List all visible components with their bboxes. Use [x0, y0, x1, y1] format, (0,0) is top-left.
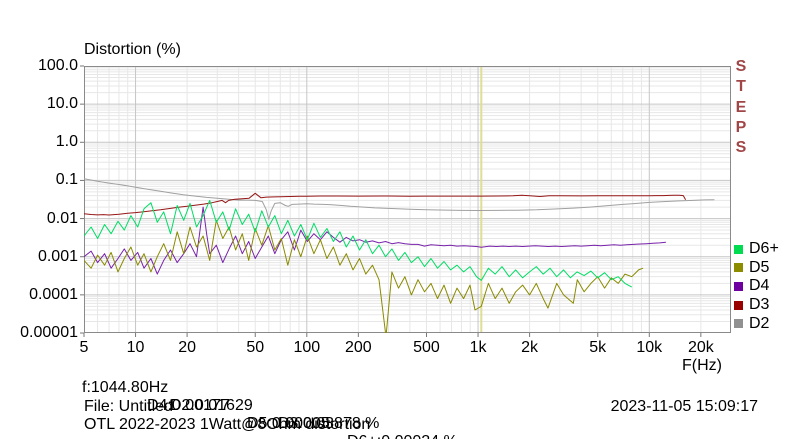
measurement-description: OTL 2022-2023 1Watt@8Ohm distortion [84, 416, 371, 433]
y-tick-label: 0.01 [46, 209, 78, 227]
datetime-label: 2023-11-05 15:09:17 [610, 398, 758, 415]
steps-letter: P [735, 118, 747, 136]
series-line-d3 [84, 192, 687, 216]
legend: D6+ D5 D4 D3 D2 [734, 240, 779, 333]
steps-vertical-label: STEPS [732, 57, 750, 158]
series-line-d5 [84, 219, 644, 333]
x-tick-label: 20k [687, 339, 714, 356]
legend-label: D2 [749, 314, 770, 332]
legend-item-d2: D2 [734, 314, 779, 333]
y-tick-label: 1.0 [55, 133, 78, 151]
steps-letter: E [735, 98, 747, 116]
x-tick-label: 20 [178, 339, 196, 356]
legend-label: D3 [749, 296, 770, 314]
legend-swatch [734, 244, 743, 254]
legend-swatch [734, 319, 743, 329]
legend-item-d4: D4 [734, 277, 779, 296]
cursor-readout-line1: f:1044.80Hz D2:0.01629 D3:0.03878 % [0, 361, 800, 432]
y-tick-label: 0.1 [55, 171, 78, 189]
steps-letter: T [736, 78, 746, 96]
distortion-plot-area[interactable] [80, 65, 731, 338]
plot-border [84, 66, 731, 333]
y-tick-label: 100.0 [37, 57, 78, 74]
steps-letter: S [735, 58, 747, 75]
steps-measurement-window: Distortion (%) 100.0 10.0 1.0 0.1 0.01 0.001 0… [0, 0, 800, 439]
y-tick-label: 0.0001 [29, 285, 78, 303]
legend-label: D5 [749, 258, 770, 276]
y-tick-label: 10.0 [46, 95, 78, 113]
y-tick-label: 0.001 [37, 247, 78, 265]
steps-letter: S [735, 139, 747, 157]
cursor-readout-line2: D4:0.00177 D5:0.00005 D6+:0.00024 % [0, 379, 800, 439]
legend-item-d6plus: D6+ [734, 240, 779, 259]
legend-label: D4 [749, 277, 770, 295]
legend-item-d5: D5 [734, 259, 779, 278]
legend-label: D6+ [749, 240, 779, 258]
x-tick-label: 200 [344, 339, 372, 356]
chart-title: Distortion (%) [84, 41, 181, 58]
legend-item-d3: D3 [734, 296, 779, 315]
series-line-d4 [84, 206, 666, 275]
legend-swatch [734, 300, 743, 310]
file-name-label: File: Untitled [84, 398, 173, 415]
series-line-d2 [84, 178, 715, 220]
x-tick-label: 2k [521, 339, 539, 356]
legend-swatch [734, 281, 743, 291]
legend-swatch [734, 263, 743, 273]
